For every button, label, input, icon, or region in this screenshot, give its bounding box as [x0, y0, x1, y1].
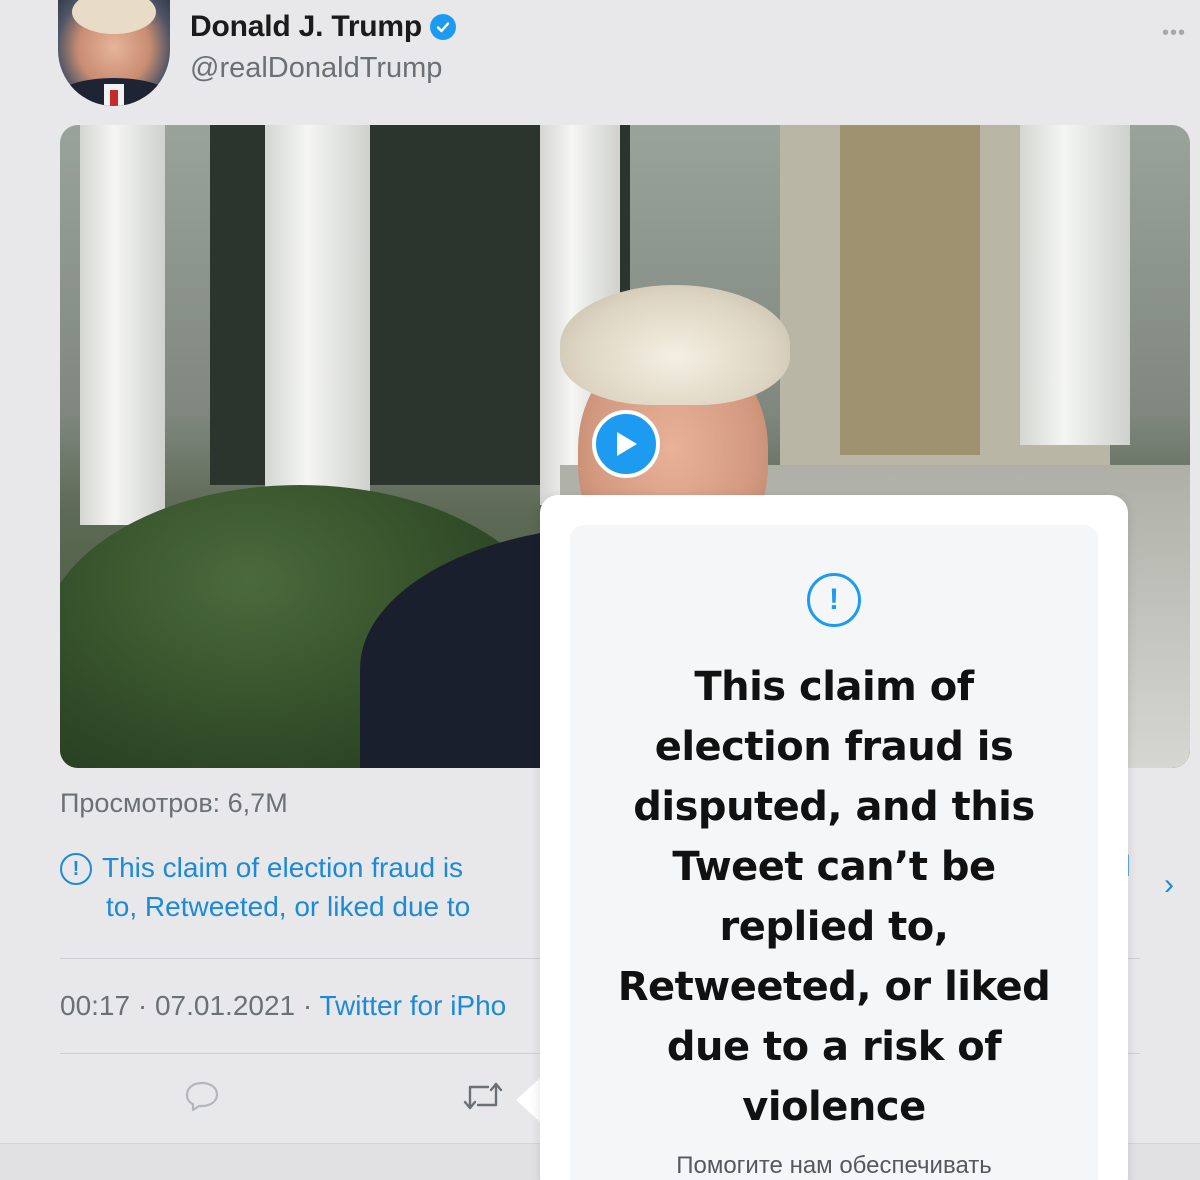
- tweet-date: 07.01.2021: [154, 990, 296, 1021]
- play-icon: [617, 432, 637, 456]
- warning-popover-content: ! This claim of election fraud is disput…: [570, 525, 1098, 1180]
- warning-popover[interactable]: ! This claim of election fraud is disput…: [540, 495, 1128, 1180]
- verified-badge-icon: [430, 14, 457, 40]
- exclamation-circle-icon: !: [60, 853, 92, 885]
- warning-subtitle: Помогите нам обеспечивать: [676, 1152, 992, 1179]
- retweet-icon: [463, 1082, 503, 1110]
- tweet-detail-page: Donald J. Trump @realDonaldTrump ••• Про…: [0, 0, 1200, 1180]
- retweet-button[interactable]: [462, 1078, 504, 1119]
- author-handle[interactable]: @realDonaldTrump: [190, 52, 442, 85]
- more-options-icon[interactable]: •••: [1162, 22, 1186, 45]
- popover-pointer: [516, 1078, 540, 1122]
- author-name[interactable]: Donald J. Trump: [190, 10, 422, 44]
- chevron-right-icon[interactable]: ›: [1164, 868, 1174, 902]
- disputed-notice-link[interactable]: ! This claim of election fraud is to, Ret…: [60, 848, 535, 926]
- reply-icon: [185, 1081, 219, 1112]
- author-avatar[interactable]: [58, 0, 170, 106]
- play-button[interactable]: [592, 410, 660, 478]
- exclamation-circle-icon: !: [807, 573, 861, 627]
- tweet-time: 00:17: [60, 990, 131, 1021]
- view-count: Просмотров: 6,7M: [60, 788, 288, 818]
- reply-button[interactable]: [184, 1078, 220, 1119]
- warning-title: This claim of election fraud is disputed…: [617, 664, 1051, 1130]
- tweet-timestamp: 00:17 · 07.01.2021 · Twitter for iPho: [60, 990, 507, 1021]
- notice-line-1: This claim of election fraud is: [102, 852, 464, 883]
- author-name-row[interactable]: Donald J. Trump: [190, 10, 457, 44]
- tweet-source-link[interactable]: Twitter for iPho: [320, 990, 507, 1021]
- notice-line-2: to, Retweeted, or liked due to: [106, 891, 471, 923]
